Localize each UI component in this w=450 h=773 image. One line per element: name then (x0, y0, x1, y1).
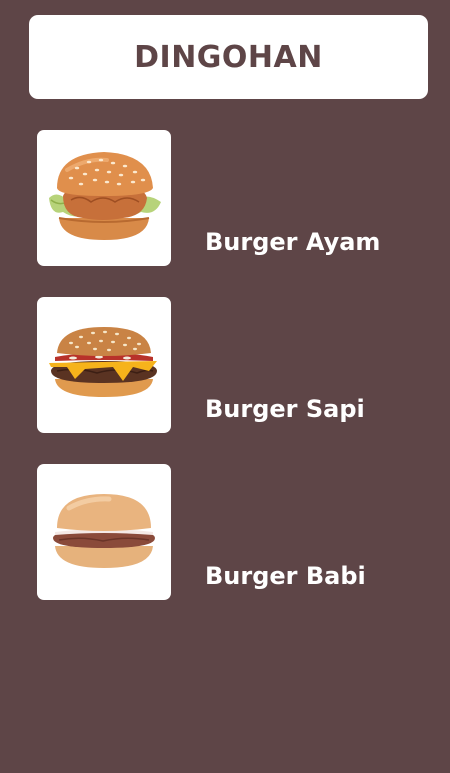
menu-item-label[interactable]: Burger Ayam (205, 230, 380, 254)
beef-burger-image (49, 327, 157, 397)
menu-item-image-card[interactable] (37, 464, 171, 600)
chicken-burger-image (49, 152, 161, 240)
page-title: DINGOHAN (134, 39, 323, 75)
menu-item-image-card[interactable] (37, 297, 171, 433)
menu-item-label[interactable]: Burger Babi (205, 564, 366, 588)
pork-burger-image (53, 494, 155, 568)
menu-item-label[interactable]: Burger Sapi (205, 397, 365, 421)
menu-item-burger-sapi[interactable]: Burger Sapi (37, 297, 417, 433)
menu-item-burger-babi[interactable]: Burger Babi (37, 464, 417, 600)
menu-item-burger-ayam[interactable]: Burger Ayam (37, 130, 417, 266)
header-card: DINGOHAN (29, 15, 428, 99)
menu-item-image-card[interactable] (37, 130, 171, 266)
